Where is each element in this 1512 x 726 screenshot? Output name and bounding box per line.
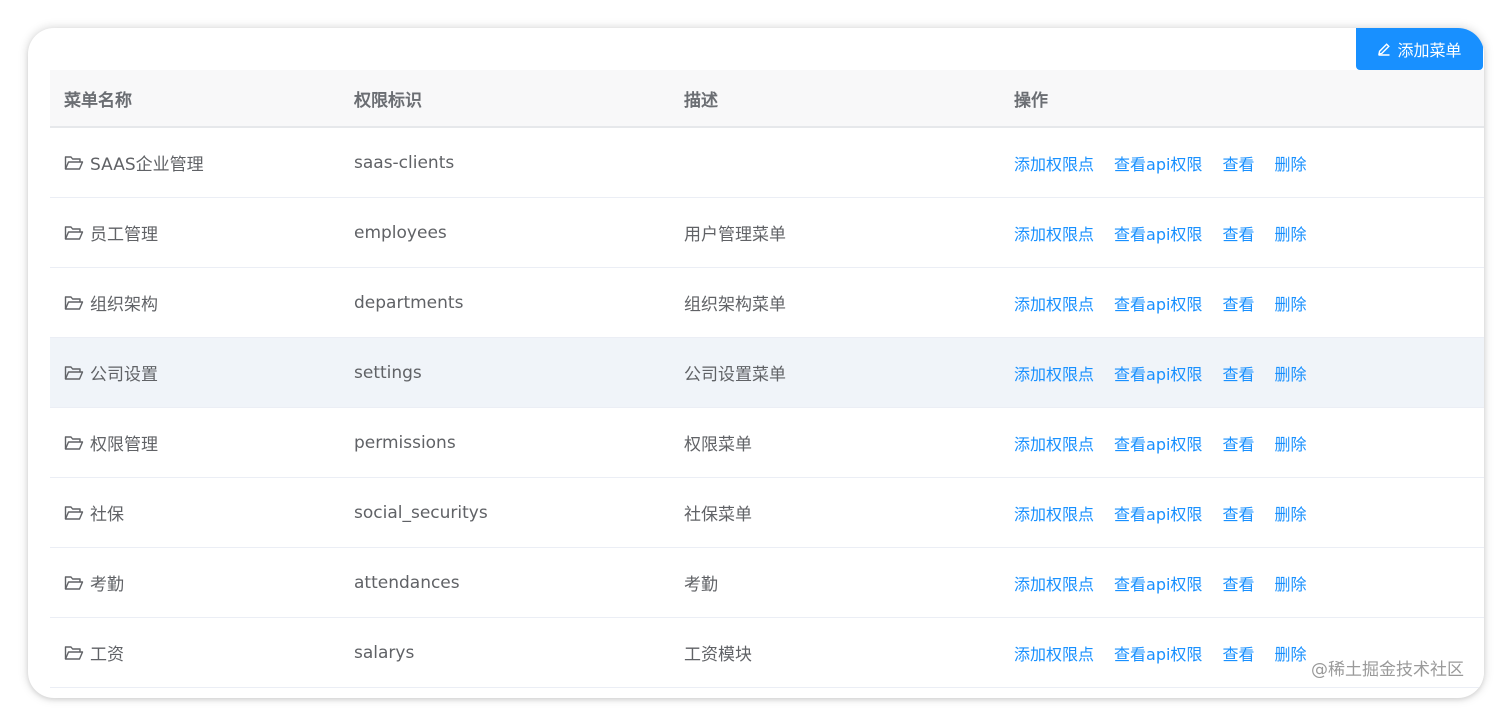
operations-cell: 添加权限点 查看api权限 查看 删除 — [1014, 548, 1326, 617]
menu-description: 组织架构菜单 — [684, 295, 786, 315]
folder-open-icon — [64, 155, 84, 170]
view-link[interactable]: 查看 — [1222, 431, 1254, 455]
menu-description: 公司设置菜单 — [684, 365, 786, 385]
menu-name-cell: 权限管理 — [64, 408, 158, 477]
view-link[interactable]: 查看 — [1222, 571, 1254, 595]
operations-cell: 添加权限点 查看api权限 查看 删除 — [1014, 338, 1326, 407]
delete-link[interactable]: 删除 — [1274, 291, 1306, 315]
view-api-permission-link[interactable]: 查看api权限 — [1114, 641, 1202, 665]
add-menu-label: 添加菜单 — [1397, 41, 1462, 60]
table-row: 组织架构 departments 组织架构菜单 添加权限点 查看api权限 查看… — [50, 268, 1484, 338]
view-api-permission-link[interactable]: 查看api权限 — [1114, 151, 1202, 175]
table-body: SAAS企业管理 saas-clients 添加权限点 查看api权限 查看 删… — [50, 128, 1484, 688]
view-api-permission-link[interactable]: 查看api权限 — [1114, 361, 1202, 385]
menu-name: 考勤 — [90, 575, 124, 595]
watermark: @稀土掘金技术社区 — [1311, 660, 1464, 680]
table-row: 权限管理 permissions 权限菜单 添加权限点 查看api权限 查看 删… — [50, 408, 1484, 478]
permission-code: employees — [354, 222, 447, 243]
folder-open-icon — [64, 295, 84, 310]
header-permission-code: 权限标识 — [354, 90, 422, 111]
delete-link[interactable]: 删除 — [1274, 571, 1306, 595]
operations-cell: 添加权限点 查看api权限 查看 删除 — [1014, 408, 1326, 477]
menu-description: 权限菜单 — [684, 435, 752, 455]
operations-cell: 添加权限点 查看api权限 查看 删除 — [1014, 618, 1326, 687]
menu-name: 社保 — [90, 505, 124, 525]
add-permission-point-link[interactable]: 添加权限点 — [1014, 501, 1094, 525]
operations-cell: 添加权限点 查看api权限 查看 删除 — [1014, 478, 1326, 547]
folder-open-icon — [64, 505, 84, 520]
folder-open-icon — [64, 225, 84, 240]
permission-code: departments — [354, 292, 464, 313]
table-row: SAAS企业管理 saas-clients 添加权限点 查看api权限 查看 删… — [50, 128, 1484, 198]
view-api-permission-link[interactable]: 查看api权限 — [1114, 221, 1202, 245]
menu-name: 组织架构 — [90, 295, 158, 315]
add-permission-point-link[interactable]: 添加权限点 — [1014, 291, 1094, 315]
menu-name-cell: 组织架构 — [64, 268, 158, 337]
menu-name-cell: 公司设置 — [64, 338, 158, 407]
view-api-permission-link[interactable]: 查看api权限 — [1114, 431, 1202, 455]
table-row: 社保 social_securitys 社保菜单 添加权限点 查看api权限 查… — [50, 478, 1484, 548]
menu-name-cell: 考勤 — [64, 548, 124, 617]
add-permission-point-link[interactable]: 添加权限点 — [1014, 431, 1094, 455]
permission-code: salarys — [354, 642, 415, 663]
permission-code: saas-clients — [354, 152, 455, 173]
operations-cell: 添加权限点 查看api权限 查看 删除 — [1014, 268, 1326, 337]
menu-card: 添加菜单 菜单名称 权限标识 描述 操作 SAAS企业管理 saas-clien… — [28, 28, 1484, 698]
menu-description: 考勤 — [684, 575, 718, 595]
view-api-permission-link[interactable]: 查看api权限 — [1114, 291, 1202, 315]
add-menu-button[interactable]: 添加菜单 — [1356, 28, 1483, 70]
permission-code: permissions — [354, 432, 456, 453]
add-permission-point-link[interactable]: 添加权限点 — [1014, 361, 1094, 385]
permission-code: attendances — [354, 572, 460, 593]
permission-code: social_securitys — [354, 502, 488, 523]
header-menu-name: 菜单名称 — [64, 90, 132, 111]
folder-open-icon — [64, 575, 84, 590]
add-permission-point-link[interactable]: 添加权限点 — [1014, 571, 1094, 595]
folder-open-icon — [64, 435, 84, 450]
operations-cell: 添加权限点 查看api权限 查看 删除 — [1014, 128, 1326, 197]
folder-open-icon — [64, 365, 84, 380]
menu-name-cell: 工资 — [64, 618, 124, 687]
table-row: 公司设置 settings 公司设置菜单 添加权限点 查看api权限 查看 删除 — [50, 338, 1484, 408]
header-operations: 操作 — [1014, 90, 1048, 111]
folder-open-icon — [64, 645, 84, 660]
menu-description: 社保菜单 — [684, 505, 752, 525]
menu-name-cell: SAAS企业管理 — [64, 128, 204, 197]
menu-name: 公司设置 — [90, 365, 158, 385]
menu-name: 工资 — [90, 645, 124, 665]
menu-name: 员工管理 — [90, 225, 158, 245]
view-link[interactable]: 查看 — [1222, 501, 1254, 525]
menu-name-cell: 社保 — [64, 478, 124, 547]
table-row: 员工管理 employees 用户管理菜单 添加权限点 查看api权限 查看 删… — [50, 198, 1484, 268]
delete-link[interactable]: 删除 — [1274, 431, 1306, 455]
view-api-permission-link[interactable]: 查看api权限 — [1114, 501, 1202, 525]
edit-icon — [1378, 43, 1391, 56]
permission-code: settings — [354, 362, 422, 383]
table-row: 工资 salarys 工资模块 添加权限点 查看api权限 查看 删除 — [50, 618, 1484, 688]
view-link[interactable]: 查看 — [1222, 291, 1254, 315]
delete-link[interactable]: 删除 — [1274, 501, 1306, 525]
menu-name: 权限管理 — [90, 435, 158, 455]
delete-link[interactable]: 删除 — [1274, 641, 1306, 665]
menu-description: 用户管理菜单 — [684, 225, 786, 245]
view-link[interactable]: 查看 — [1222, 151, 1254, 175]
view-link[interactable]: 查看 — [1222, 221, 1254, 245]
menu-name: SAAS企业管理 — [90, 155, 204, 175]
add-permission-point-link[interactable]: 添加权限点 — [1014, 221, 1094, 245]
delete-link[interactable]: 删除 — [1274, 361, 1306, 385]
delete-link[interactable]: 删除 — [1274, 151, 1306, 175]
view-link[interactable]: 查看 — [1222, 361, 1254, 385]
menu-table: 菜单名称 权限标识 描述 操作 SAAS企业管理 saas-clients 添加… — [50, 70, 1484, 688]
menu-name-cell: 员工管理 — [64, 198, 158, 267]
view-api-permission-link[interactable]: 查看api权限 — [1114, 571, 1202, 595]
table-header: 菜单名称 权限标识 描述 操作 — [50, 70, 1484, 128]
add-permission-point-link[interactable]: 添加权限点 — [1014, 641, 1094, 665]
view-link[interactable]: 查看 — [1222, 641, 1254, 665]
header-description: 描述 — [684, 90, 718, 111]
add-permission-point-link[interactable]: 添加权限点 — [1014, 151, 1094, 175]
table-row: 考勤 attendances 考勤 添加权限点 查看api权限 查看 删除 — [50, 548, 1484, 618]
delete-link[interactable]: 删除 — [1274, 221, 1306, 245]
menu-description: 工资模块 — [684, 645, 752, 665]
operations-cell: 添加权限点 查看api权限 查看 删除 — [1014, 198, 1326, 267]
